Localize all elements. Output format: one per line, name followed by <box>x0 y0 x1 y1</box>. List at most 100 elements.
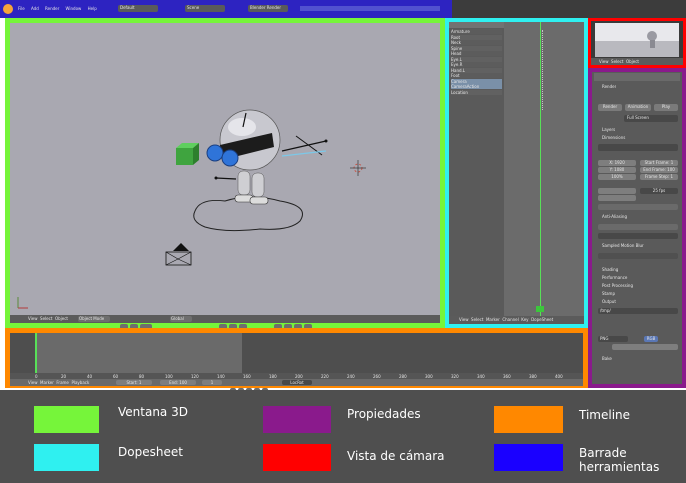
camera-menu-select[interactable]: Select <box>611 59 623 64</box>
timeline-menu-frame[interactable]: Frame <box>56 380 68 385</box>
menu-render[interactable]: Render <box>45 6 59 11</box>
menu-file[interactable]: File <box>18 6 25 11</box>
dopesheet-mode-selector[interactable]: DopeSheet <box>531 317 553 322</box>
camera-view-menu[interactable]: View Select Object <box>599 59 683 64</box>
goggle-left <box>206 144 224 162</box>
object-mode-selector[interactable]: Object Mode <box>78 316 110 322</box>
dopesheet-menu-marker[interactable]: Marker <box>486 317 500 322</box>
display-selector[interactable]: Full Screen <box>624 115 678 122</box>
frame-step-field[interactable]: Frame Step: 1 <box>640 174 678 180</box>
blender-logo-icon[interactable] <box>3 4 13 14</box>
character-leg <box>251 172 265 198</box>
dopesheet-menu-view[interactable]: View <box>459 317 469 322</box>
camera-view[interactable]: View Select Object <box>588 18 686 68</box>
render-presets[interactable] <box>598 144 678 151</box>
aa-samples-row[interactable] <box>598 224 678 230</box>
menu-add[interactable]: Add <box>31 6 39 11</box>
layout-selector[interactable]: Default <box>118 5 158 12</box>
performance-section-header[interactable]: Performance <box>602 275 672 280</box>
dopesheet-channel[interactable]: Armature <box>451 29 502 34</box>
timeline-end-field[interactable]: End: 100 <box>160 380 196 385</box>
timeline-current-frame[interactable] <box>35 333 37 373</box>
timeline-menu-marker[interactable]: Marker <box>40 380 54 385</box>
timeline-track[interactable] <box>10 333 583 373</box>
camera-menu-view[interactable]: View <box>599 59 609 64</box>
start-frame-field[interactable]: Start Frame: 1 <box>640 160 678 166</box>
anti-aliasing-section-header[interactable]: Anti-Aliasing <box>602 214 672 219</box>
fps-selector[interactable]: 25 fps <box>640 188 678 194</box>
timeline-menu-view[interactable]: View <box>28 380 38 385</box>
aspect-x-field[interactable] <box>598 188 636 194</box>
timeline-range <box>37 333 242 373</box>
legend-swatch-dopesheet <box>34 444 99 471</box>
scene-selector[interactable]: Scene <box>185 5 225 12</box>
properties-tabs[interactable] <box>594 73 680 81</box>
resolution-x-field[interactable]: X: 1920 <box>598 160 636 166</box>
dopesheet-menu-channel[interactable]: Channel <box>502 317 518 322</box>
motion-blur-section-header[interactable]: Sampled Motion Blur <box>602 243 680 248</box>
bone-joint <box>214 176 218 180</box>
dopesheet-channel[interactable]: Location <box>451 89 502 95</box>
dopesheet-channel[interactable]: Hand.L <box>451 67 502 73</box>
resolution-y-field[interactable]: Y: 1080 <box>598 167 636 173</box>
animation-button[interactable]: Animation <box>625 104 651 111</box>
menubar-info-bar <box>300 6 440 11</box>
output-path-field[interactable]: /tmp/ <box>598 308 678 314</box>
menu-items[interactable]: File Add Render Window Help <box>18 6 108 11</box>
viewport-toolbar-icons[interactable] <box>120 316 420 330</box>
output-section-header[interactable]: Output <box>602 299 672 304</box>
render-buttons: Render Animation Play <box>598 104 678 111</box>
dopesheet-menu-key[interactable]: Key <box>521 317 528 322</box>
resolution-percentage[interactable]: 100% <box>598 174 636 180</box>
timeline-start-field[interactable]: Start: 1 <box>116 380 152 385</box>
viewport-menu-object[interactable]: Object <box>55 316 68 321</box>
dopesheet-channel[interactable]: Head <box>451 51 502 56</box>
timeline[interactable]: 0 20 40 60 80 100 120 140 160 180 200 220 240 260 280 3… <box>5 328 588 393</box>
aspect-y-field[interactable] <box>598 195 636 201</box>
dopesheet-channel[interactable]: Eye.L <box>451 56 502 62</box>
dopesheet-header: View Select Marker Channel Key DopeSheet <box>449 316 584 324</box>
dopesheet-menu[interactable]: View Select Marker Channel Key DopeSheet <box>459 317 584 322</box>
compression-slider[interactable] <box>612 344 678 350</box>
properties-panel[interactable]: Render Render Animation Play Full Screen… <box>588 68 686 388</box>
playback-controls[interactable] <box>230 380 290 393</box>
overwrite-checkbox-row[interactable] <box>598 318 678 324</box>
viewport-menu-view[interactable]: View <box>28 316 38 321</box>
end-frame-field[interactable]: End Frame: 100 <box>640 167 678 173</box>
stamp-section-header[interactable]: Stamp <box>602 291 672 296</box>
render-button[interactable]: Render <box>598 104 622 111</box>
play-button[interactable]: Play <box>654 104 678 111</box>
dopesheet-channel[interactable]: Spine <box>451 45 502 51</box>
shading-section-header[interactable]: Shading <box>602 267 672 272</box>
dopesheet-channel[interactable]: Foot <box>451 73 502 78</box>
dopesheet-keyframe-area[interactable] <box>504 22 584 316</box>
dopesheet-channel[interactable]: CameraAction <box>451 84 502 89</box>
bake-section-header[interactable]: Bake <box>602 356 672 361</box>
render-section-header[interactable]: Render <box>594 84 680 90</box>
keying-set-selector[interactable]: LocRot <box>282 380 312 385</box>
format-selector[interactable]: PNG <box>598 336 628 342</box>
viewport-menu-select[interactable]: Select <box>40 316 52 321</box>
menu-window[interactable]: Window <box>66 6 82 11</box>
aa-filter-row[interactable] <box>598 233 678 239</box>
post-processing-section-header[interactable]: Post Processing <box>602 283 672 288</box>
dopesheet[interactable]: Armature Root Neck Spine Head Eye.L Eye.R Hand.… <box>445 18 588 328</box>
timeline-current-field[interactable]: 1 <box>202 380 222 385</box>
layers-section-header[interactable]: Layers <box>602 127 672 132</box>
menu-help[interactable]: Help <box>88 6 97 11</box>
dopesheet-channel[interactable]: Neck <box>451 40 502 45</box>
camera-preview-sky <box>595 23 679 41</box>
camera-menu-object[interactable]: Object <box>626 59 639 64</box>
timeline-menu[interactable]: View Marker Frame Playback <box>28 380 108 385</box>
dimensions-section-header[interactable]: Dimensions <box>602 135 672 140</box>
viewport-3d[interactable]: View Select Object Object Mode Global <box>5 18 445 330</box>
dopesheet-channel[interactable]: Eye.R <box>451 62 502 67</box>
camera-line <box>165 251 179 260</box>
dopesheet-channel[interactable]: Root <box>451 34 502 40</box>
color-mode-rgb[interactable]: RGB <box>644 336 658 342</box>
dopesheet-menu-select[interactable]: Select <box>471 317 483 322</box>
timeline-menu-playback[interactable]: Playback <box>71 380 89 385</box>
render-engine-selector[interactable]: Blender Render <box>248 5 288 12</box>
dopesheet-channel[interactable]: Camera <box>451 78 502 84</box>
border-crop-row[interactable] <box>598 204 678 210</box>
